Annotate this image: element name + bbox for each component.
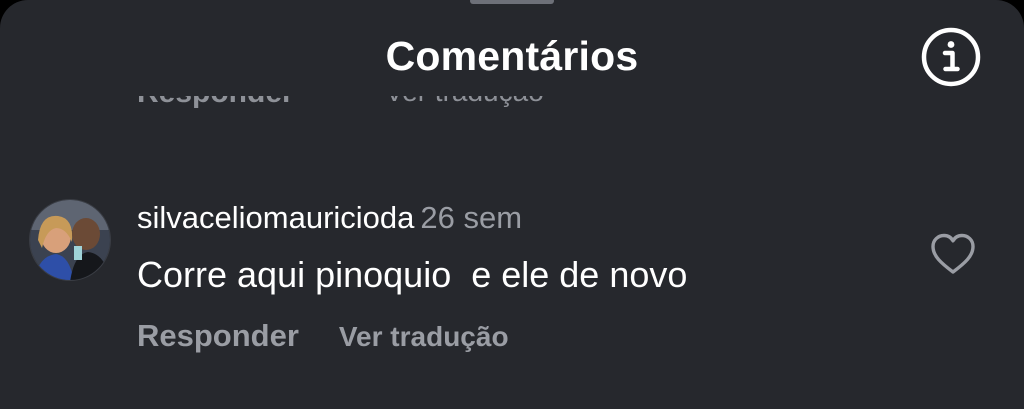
previous-reply-link[interactable]: Responder <box>137 96 294 110</box>
comment-username[interactable]: silvaceliomauricioda <box>137 200 414 235</box>
comment-text: Corre aqui pinoquio e ele de novo <box>137 254 688 295</box>
comment-time: 26 sem <box>420 200 523 235</box>
avatar[interactable] <box>29 199 111 281</box>
previous-translate-link[interactable]: Ver tradução <box>385 96 544 108</box>
sheet-grabber[interactable] <box>470 0 554 4</box>
like-button[interactable] <box>929 232 977 276</box>
page-title: Comentários <box>385 33 639 79</box>
info-icon <box>920 26 982 88</box>
comment-meta: silvaceliomauricioda 26 sem <box>137 200 522 236</box>
comment-actions: Responder Ver tradução <box>137 318 509 354</box>
translate-link[interactable]: Ver tradução <box>339 321 509 352</box>
heart-outline-icon <box>929 232 977 276</box>
comments-sheet: Comentários Responder Ver tradução silva… <box>0 0 1024 409</box>
info-button[interactable] <box>920 26 982 88</box>
reply-link[interactable]: Responder <box>137 318 299 353</box>
previous-comment-actions: Responder Ver tradução <box>137 96 597 116</box>
